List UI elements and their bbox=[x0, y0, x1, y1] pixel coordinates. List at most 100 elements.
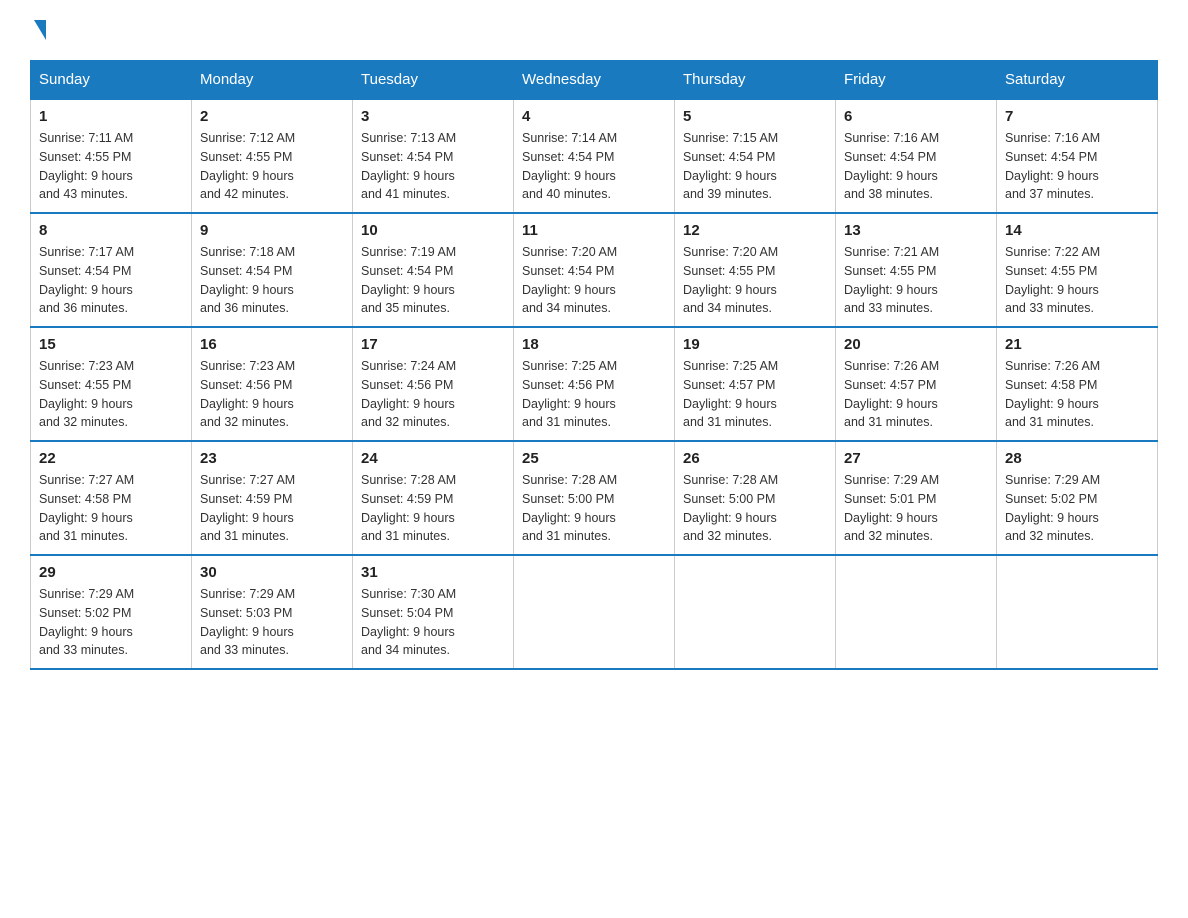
day-number: 8 bbox=[39, 222, 183, 239]
day-info: Sunrise: 7:12 AMSunset: 4:55 PMDaylight:… bbox=[200, 129, 344, 204]
calendar-day-cell: 20Sunrise: 7:26 AMSunset: 4:57 PMDayligh… bbox=[836, 327, 997, 441]
calendar-day-cell: 15 Sunrise: 7:23 AMSunset: 4:55 PMDayligh… bbox=[31, 327, 192, 441]
calendar-day-cell: 4 Sunrise: 7:14 AMSunset: 4:54 PMDaylight… bbox=[514, 99, 675, 213]
calendar-day-header: Thursday bbox=[675, 61, 836, 100]
day-info: Sunrise: 7:15 AMSunset: 4:54 PMDaylight:… bbox=[683, 129, 827, 204]
day-info: Sunrise: 7:20 AMSunset: 4:55 PMDaylight:… bbox=[683, 243, 827, 318]
calendar-day-cell bbox=[836, 555, 997, 669]
day-number: 15 bbox=[39, 336, 183, 353]
calendar-day-cell: 11 Sunrise: 7:20 AMSunset: 4:54 PMDayligh… bbox=[514, 213, 675, 327]
calendar-table: SundayMondayTuesdayWednesdayThursdayFrid… bbox=[30, 60, 1158, 670]
calendar-day-header: Tuesday bbox=[353, 61, 514, 100]
day-number: 14 bbox=[1005, 222, 1149, 239]
calendar-day-cell: 6 Sunrise: 7:16 AMSunset: 4:54 PMDaylight… bbox=[836, 99, 997, 213]
calendar-day-cell: 16 Sunrise: 7:23 AMSunset: 4:56 PMDayligh… bbox=[192, 327, 353, 441]
day-number: 30 bbox=[200, 564, 344, 581]
day-number: 7 bbox=[1005, 108, 1149, 125]
logo-triangle-icon bbox=[34, 20, 46, 40]
calendar-week-row: 8 Sunrise: 7:17 AMSunset: 4:54 PMDaylight… bbox=[31, 213, 1158, 327]
calendar-day-cell: 8 Sunrise: 7:17 AMSunset: 4:54 PMDaylight… bbox=[31, 213, 192, 327]
day-number: 6 bbox=[844, 108, 988, 125]
day-number: 27 bbox=[844, 450, 988, 467]
calendar-day-cell: 2 Sunrise: 7:12 AMSunset: 4:55 PMDaylight… bbox=[192, 99, 353, 213]
calendar-header-row: SundayMondayTuesdayWednesdayThursdayFrid… bbox=[31, 61, 1158, 100]
calendar-day-cell bbox=[514, 555, 675, 669]
day-info: Sunrise: 7:24 AMSunset: 4:56 PMDaylight:… bbox=[361, 357, 505, 432]
day-info: Sunrise: 7:19 AMSunset: 4:54 PMDaylight:… bbox=[361, 243, 505, 318]
day-number: 16 bbox=[200, 336, 344, 353]
day-number: 10 bbox=[361, 222, 505, 239]
day-number: 26 bbox=[683, 450, 827, 467]
day-number: 1 bbox=[39, 108, 183, 125]
calendar-day-cell: 12 Sunrise: 7:20 AMSunset: 4:55 PMDayligh… bbox=[675, 213, 836, 327]
day-info: Sunrise: 7:23 AMSunset: 4:56 PMDaylight:… bbox=[200, 357, 344, 432]
calendar-day-cell: 21 Sunrise: 7:26 AMSunset: 4:58 PMDayligh… bbox=[997, 327, 1158, 441]
calendar-day-cell: 31Sunrise: 7:30 AMSunset: 5:04 PMDayligh… bbox=[353, 555, 514, 669]
calendar-week-row: 22 Sunrise: 7:27 AMSunset: 4:58 PMDayligh… bbox=[31, 441, 1158, 555]
calendar-day-header: Saturday bbox=[997, 61, 1158, 100]
calendar-week-row: 29 Sunrise: 7:29 AMSunset: 5:02 PMDayligh… bbox=[31, 555, 1158, 669]
calendar-day-cell: 26 Sunrise: 7:28 AMSunset: 5:00 PMDayligh… bbox=[675, 441, 836, 555]
calendar-day-cell: 25 Sunrise: 7:28 AMSunset: 5:00 PMDayligh… bbox=[514, 441, 675, 555]
day-number: 13 bbox=[844, 222, 988, 239]
day-info: Sunrise: 7:29 AMSunset: 5:03 PMDaylight:… bbox=[200, 585, 344, 660]
day-info: Sunrise: 7:13 AMSunset: 4:54 PMDaylight:… bbox=[361, 129, 505, 204]
day-info: Sunrise: 7:30 AMSunset: 5:04 PMDaylight:… bbox=[361, 585, 505, 660]
day-number: 19 bbox=[683, 336, 827, 353]
calendar-day-cell: 1 Sunrise: 7:11 AMSunset: 4:55 PMDaylight… bbox=[31, 99, 192, 213]
day-number: 28 bbox=[1005, 450, 1149, 467]
day-info: Sunrise: 7:28 AMSunset: 5:00 PMDaylight:… bbox=[522, 471, 666, 546]
day-info: Sunrise: 7:25 AMSunset: 4:56 PMDaylight:… bbox=[522, 357, 666, 432]
day-number: 4 bbox=[522, 108, 666, 125]
calendar-day-cell: 7Sunrise: 7:16 AMSunset: 4:54 PMDaylight… bbox=[997, 99, 1158, 213]
day-info: Sunrise: 7:28 AMSunset: 4:59 PMDaylight:… bbox=[361, 471, 505, 546]
day-info: Sunrise: 7:16 AMSunset: 4:54 PMDaylight:… bbox=[844, 129, 988, 204]
day-info: Sunrise: 7:17 AMSunset: 4:54 PMDaylight:… bbox=[39, 243, 183, 318]
day-number: 25 bbox=[522, 450, 666, 467]
day-number: 20 bbox=[844, 336, 988, 353]
calendar-day-cell: 23 Sunrise: 7:27 AMSunset: 4:59 PMDayligh… bbox=[192, 441, 353, 555]
day-info: Sunrise: 7:27 AMSunset: 4:58 PMDaylight:… bbox=[39, 471, 183, 546]
day-info: Sunrise: 7:29 AMSunset: 5:02 PMDaylight:… bbox=[39, 585, 183, 660]
day-info: Sunrise: 7:26 AMSunset: 4:58 PMDaylight:… bbox=[1005, 357, 1149, 432]
day-number: 24 bbox=[361, 450, 505, 467]
day-info: Sunrise: 7:21 AMSunset: 4:55 PMDaylight:… bbox=[844, 243, 988, 318]
calendar-day-cell: 24 Sunrise: 7:28 AMSunset: 4:59 PMDayligh… bbox=[353, 441, 514, 555]
day-info: Sunrise: 7:11 AMSunset: 4:55 PMDaylight:… bbox=[39, 129, 183, 204]
day-info: Sunrise: 7:25 AMSunset: 4:57 PMDaylight:… bbox=[683, 357, 827, 432]
day-number: 2 bbox=[200, 108, 344, 125]
day-info: Sunrise: 7:28 AMSunset: 5:00 PMDaylight:… bbox=[683, 471, 827, 546]
day-info: Sunrise: 7:29 AMSunset: 5:01 PMDaylight:… bbox=[844, 471, 988, 546]
calendar-day-cell: 17Sunrise: 7:24 AMSunset: 4:56 PMDayligh… bbox=[353, 327, 514, 441]
day-info: Sunrise: 7:22 AMSunset: 4:55 PMDaylight:… bbox=[1005, 243, 1149, 318]
calendar-day-cell: 30 Sunrise: 7:29 AMSunset: 5:03 PMDayligh… bbox=[192, 555, 353, 669]
day-info: Sunrise: 7:14 AMSunset: 4:54 PMDaylight:… bbox=[522, 129, 666, 204]
day-number: 11 bbox=[522, 222, 666, 239]
day-info: Sunrise: 7:20 AMSunset: 4:54 PMDaylight:… bbox=[522, 243, 666, 318]
day-number: 12 bbox=[683, 222, 827, 239]
day-number: 22 bbox=[39, 450, 183, 467]
calendar-day-cell: 14 Sunrise: 7:22 AMSunset: 4:55 PMDayligh… bbox=[997, 213, 1158, 327]
calendar-day-cell: 29 Sunrise: 7:29 AMSunset: 5:02 PMDayligh… bbox=[31, 555, 192, 669]
page-header bbox=[30, 20, 1158, 40]
calendar-week-row: 15 Sunrise: 7:23 AMSunset: 4:55 PMDayligh… bbox=[31, 327, 1158, 441]
logo-blue-text bbox=[30, 20, 46, 40]
calendar-day-cell bbox=[997, 555, 1158, 669]
calendar-day-cell: 28 Sunrise: 7:29 AMSunset: 5:02 PMDayligh… bbox=[997, 441, 1158, 555]
calendar-day-cell: 10 Sunrise: 7:19 AMSunset: 4:54 PMDayligh… bbox=[353, 213, 514, 327]
calendar-day-cell: 3Sunrise: 7:13 AMSunset: 4:54 PMDaylight… bbox=[353, 99, 514, 213]
calendar-day-cell: 5 Sunrise: 7:15 AMSunset: 4:54 PMDaylight… bbox=[675, 99, 836, 213]
day-number: 5 bbox=[683, 108, 827, 125]
calendar-day-cell: 22 Sunrise: 7:27 AMSunset: 4:58 PMDayligh… bbox=[31, 441, 192, 555]
day-info: Sunrise: 7:29 AMSunset: 5:02 PMDaylight:… bbox=[1005, 471, 1149, 546]
day-number: 21 bbox=[1005, 336, 1149, 353]
day-info: Sunrise: 7:23 AMSunset: 4:55 PMDaylight:… bbox=[39, 357, 183, 432]
day-number: 29 bbox=[39, 564, 183, 581]
calendar-day-header: Friday bbox=[836, 61, 997, 100]
calendar-day-header: Monday bbox=[192, 61, 353, 100]
day-number: 23 bbox=[200, 450, 344, 467]
calendar-day-cell bbox=[675, 555, 836, 669]
day-info: Sunrise: 7:18 AMSunset: 4:54 PMDaylight:… bbox=[200, 243, 344, 318]
day-number: 18 bbox=[522, 336, 666, 353]
day-info: Sunrise: 7:27 AMSunset: 4:59 PMDaylight:… bbox=[200, 471, 344, 546]
